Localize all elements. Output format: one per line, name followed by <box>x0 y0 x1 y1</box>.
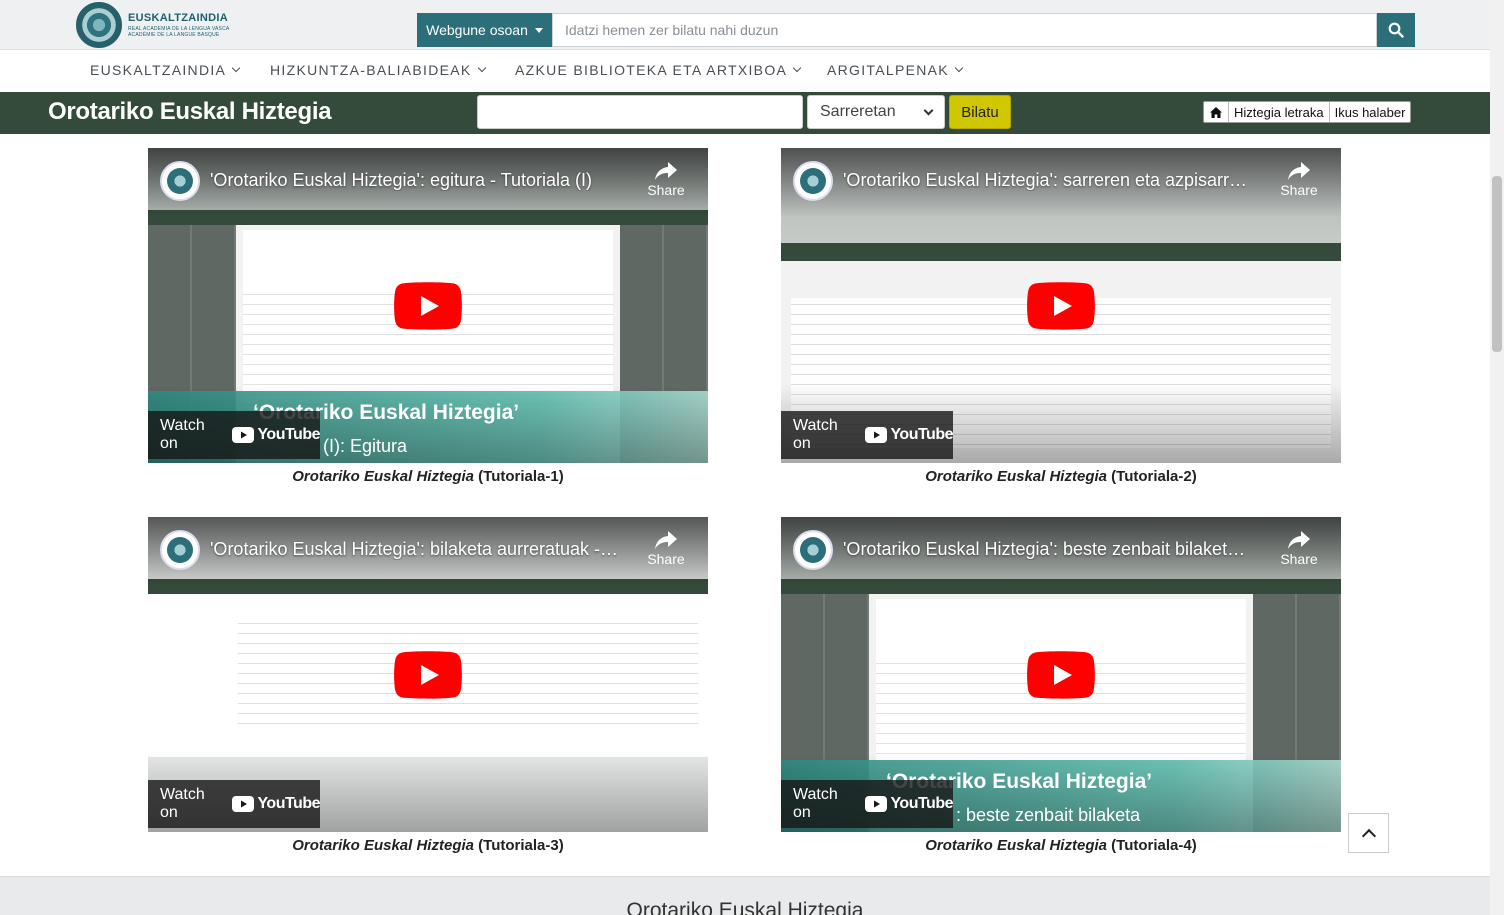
main-nav: EUSKALTZAINDIA HIZKUNTZA-BALIABIDEAK AZK… <box>0 50 1504 92</box>
chevron-up-icon <box>1361 828 1376 843</box>
channel-avatar[interactable] <box>793 161 833 201</box>
play-button-icon[interactable] <box>1027 282 1095 330</box>
share-icon <box>655 531 677 549</box>
channel-avatar[interactable] <box>793 530 833 570</box>
academy-emblem-icon <box>800 537 826 563</box>
share-button[interactable]: Share <box>636 531 696 567</box>
share-icon <box>1288 531 1310 549</box>
chevron-down-icon <box>231 63 241 73</box>
back-to-top-button[interactable] <box>1348 813 1389 853</box>
chevron-down-icon <box>954 63 964 73</box>
search-scope-dropdown[interactable]: Webgune osoan <box>417 13 552 47</box>
video-player-2[interactable]: 'Orotariko Euskal Hiztegia': sarreren et… <box>781 148 1341 463</box>
video-title[interactable]: 'Orotariko Euskal Hiztegia': bilaketa au… <box>210 539 620 560</box>
share-icon <box>1288 162 1310 180</box>
site-search-button[interactable] <box>1377 13 1415 47</box>
dictionary-scope-value: Sarreretan <box>820 103 896 120</box>
dictionary-scope-select[interactable]: Sarreretan <box>807 95 945 129</box>
video-caption-3: Orotariko Euskal Hiztegia (Tutoriala-3) <box>292 837 564 854</box>
home-icon <box>1210 106 1222 118</box>
channel-avatar[interactable] <box>160 161 200 201</box>
watch-on-youtube-button[interactable]: Watch on YouTube <box>781 780 953 828</box>
youtube-logo-icon <box>865 427 888 443</box>
share-button[interactable]: Share <box>1269 531 1329 567</box>
video-overlay-subtitle: : beste zenbait bilaketa <box>956 805 1141 825</box>
search-scope-label: Webgune osoan <box>426 22 528 38</box>
chevron-down-icon <box>477 63 486 73</box>
video-caption-2: Orotariko Euskal Hiztegia (Tutoriala-2) <box>925 468 1197 485</box>
home-button[interactable] <box>1204 102 1228 122</box>
youtube-logo-icon <box>865 796 888 812</box>
academy-emblem-icon <box>76 2 122 48</box>
video-overlay-subtitle: (I): Egitura <box>323 436 408 456</box>
caret-down-icon <box>534 27 543 33</box>
youtube-logo-icon <box>232 427 255 443</box>
watch-on-youtube-button[interactable]: Watch on YouTube <box>148 411 320 459</box>
dictionary-search-button[interactable]: Bilatu <box>949 95 1011 129</box>
logo-subtitle-fr: ACADÉMIE DE LA LANGUE BASQUE <box>128 31 220 38</box>
share-button[interactable]: Share <box>1269 162 1329 198</box>
video-title[interactable]: 'Orotariko Euskal Hiztegia': egitura - T… <box>210 170 620 191</box>
youtube-logo-icon <box>232 796 255 812</box>
page-scrollbar[interactable] <box>1490 0 1504 915</box>
share-icon <box>655 162 677 180</box>
academy-emblem-icon <box>167 537 193 563</box>
top-header: EUSKALTZAINDIA REAL ACADEMIA DE LA LENGU… <box>0 0 1504 50</box>
euskaltzaindia-logo[interactable]: EUSKALTZAINDIA REAL ACADEMIA DE LA LENGU… <box>76 2 236 48</box>
logo-name: EUSKALTZAINDIA <box>128 11 228 24</box>
nav-item-hizkuntza-baliabideak[interactable]: HIZKUNTZA-BALIABIDEAK <box>270 62 486 78</box>
video-title[interactable]: 'Orotariko Euskal Hiztegia': sarreren et… <box>843 170 1253 191</box>
share-button[interactable]: Share <box>636 162 696 198</box>
nav-item-euskaltzaindia[interactable]: EUSKALTZAINDIA <box>90 62 241 78</box>
dictionary-search-input[interactable] <box>477 95 803 129</box>
see-also-link[interactable]: Ikus halaber <box>1328 102 1411 122</box>
dictionary-links: Hiztegia letraka Ikus halaber <box>1203 101 1412 123</box>
dictionary-title[interactable]: Orotariko Euskal Hiztegia <box>48 98 332 126</box>
nav-item-azkue-biblioteka[interactable]: AZKUE BIBLIOTEKA ETA ARTXIBOA <box>515 62 802 78</box>
play-button-icon[interactable] <box>1027 651 1095 699</box>
video-caption-4: Orotariko Euskal Hiztegia (Tutoriala-4) <box>925 837 1197 854</box>
nav-item-argitalpenak[interactable]: ARGITALPENAK <box>827 62 964 78</box>
footer-title: Orotariko Euskal Hiztegia <box>626 899 864 915</box>
watch-on-youtube-button[interactable]: Watch on YouTube <box>781 411 953 459</box>
watch-on-youtube-button[interactable]: Watch on YouTube <box>148 780 320 828</box>
academy-emblem-icon <box>800 168 826 194</box>
site-search-input[interactable] <box>552 13 1377 47</box>
academy-emblem-icon <box>167 168 193 194</box>
video-player-1[interactable]: 'Orotariko Euskal Hiztegia': egitura - T… <box>148 148 708 463</box>
letters-link[interactable]: Hiztegia letraka <box>1228 102 1329 122</box>
play-button-icon[interactable] <box>394 651 462 699</box>
search-icon <box>1388 22 1404 38</box>
scrollbar-thumb[interactable] <box>1492 176 1502 352</box>
video-title[interactable]: 'Orotariko Euskal Hiztegia': beste zenba… <box>843 539 1253 560</box>
channel-avatar[interactable] <box>160 530 200 570</box>
chevron-down-icon <box>792 63 802 73</box>
logo-subtitle-es: REAL ACADEMIA DE LA LENGUA VASCA <box>128 25 230 32</box>
dictionary-bar: Orotariko Euskal Hiztegia Sarreretan Bil… <box>0 92 1490 134</box>
video-player-4[interactable]: 'Orotariko Euskal Hiztegia': beste zenba… <box>781 517 1341 832</box>
video-caption-1: Orotariko Euskal Hiztegia (Tutoriala-1) <box>292 468 564 485</box>
footer-section: Orotariko Euskal Hiztegia <box>0 876 1490 915</box>
play-button-icon[interactable] <box>394 282 462 330</box>
chevron-down-icon <box>923 105 934 115</box>
video-player-3[interactable]: 'Orotariko Euskal Hiztegia': bilaketa au… <box>148 517 708 832</box>
